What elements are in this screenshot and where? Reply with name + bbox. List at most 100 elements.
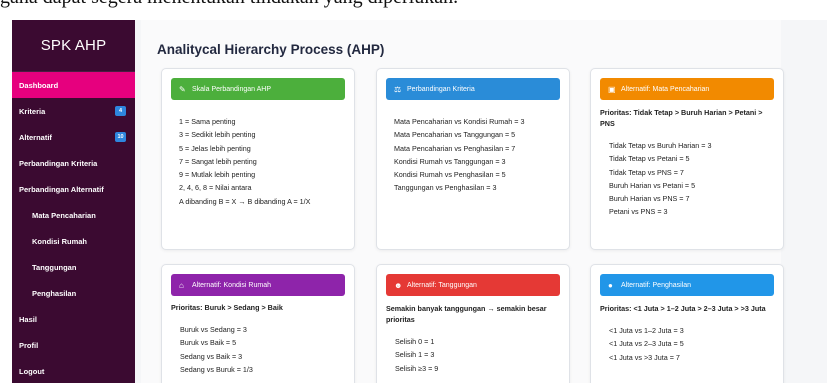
sidebar-item-label: Perbandingan Kriteria: [19, 158, 98, 168]
sidebar-nav: Dashboard Kriteria 4 Alternatif 10 Perband…: [12, 72, 135, 383]
list-item: Mata Pencaharian vs Tanggungan = 5: [394, 130, 516, 140]
card-header: ☻ Alternatif: Tanggungan: [386, 274, 560, 296]
sidebar-item-hasil[interactable]: Hasil: [12, 306, 135, 332]
sidebar-item-label: Logout: [19, 366, 45, 376]
list-item: 5 = Jelas lebih penting: [179, 143, 251, 153]
list-item: Mata Pencaharian vs Kondisi Rumah = 3: [394, 117, 525, 126]
main-area: Analitycal Hierarchy Process (AHP) ✎ Ska…: [135, 20, 827, 383]
comparison-list: Selisih 0 = 1 Selisih 1 = 3 Selisih ≥3 =…: [386, 335, 560, 375]
page: gana dapat segera menentukan tindakan ya…: [0, 0, 827, 383]
priority-text: Prioritas: Tidak Tetap > Buruh Harian > …: [600, 108, 763, 128]
list-item: Buruh Harian vs Petani = 5: [609, 180, 696, 190]
card-header: ✎ Skala Perbandingan AHP: [171, 78, 345, 100]
card-header: ● Alternatif: Penghasilan: [600, 274, 774, 296]
list-item: Selisih 1 = 3: [395, 350, 435, 360]
sidebar-item-label: Hasil: [19, 314, 37, 324]
card-title: Alternatif: Mata Pencaharian: [621, 85, 710, 93]
page-title: Analitycal Hierarchy Process (AHP): [157, 42, 385, 57]
balance-icon: ⚖: [394, 84, 402, 94]
list-item: Tidak Tetap vs Buruh Harian = 3: [609, 141, 712, 150]
priority-text: Prioritas: Buruk > Sedang > Baik: [171, 303, 283, 312]
list-item: Kondisi Rumah vs Tanggungan = 3: [394, 156, 506, 166]
sidebar-item-perbandingan-kriteria[interactable]: Perbandingan Kriteria: [12, 150, 135, 176]
sidebar-item-label: Perbandingan Alternatif: [19, 184, 104, 194]
list-item: 3 = Sedikit lebih penting: [179, 130, 256, 140]
sidebar-item-mata-pencaharian[interactable]: Mata Pencaharian: [12, 202, 135, 228]
card-alternatif-mata-pencaharian: ▣ Alternatif: Mata Pencaharian Prioritas…: [590, 68, 784, 250]
list-item: 9 = Mutlak lebih penting: [179, 170, 256, 180]
list-item: Buruk vs Sedang = 3: [180, 325, 247, 334]
list-item: Selisih ≥3 = 9: [395, 363, 439, 373]
card-perbandingan-kriteria: ⚖ Perbandingan Kriteria Mata Pencaharian…: [376, 68, 570, 250]
priority-text: Semakin banyak tanggungan → semakin besa…: [386, 304, 547, 324]
list-item: Petani vs PNS = 3: [609, 207, 668, 217]
card-skala-perbandingan: ✎ Skala Perbandingan AHP 1 = Sama pentin…: [161, 68, 355, 250]
sidebar-item-label: Profil: [19, 340, 39, 350]
content-panel: Analitycal Hierarchy Process (AHP) ✎ Ska…: [141, 20, 784, 383]
sidebar-item-dashboard[interactable]: Dashboard: [12, 72, 135, 98]
list-item: <1 Juta vs 2–3 Juta = 5: [609, 339, 684, 349]
card-header: ⌂ Alternatif: Kondisi Rumah: [171, 274, 345, 296]
comparison-list: Buruk vs Sedang = 3 Buruk vs Baik = 5 Se…: [171, 323, 345, 376]
card-title: Alternatif: Tanggungan: [407, 281, 477, 289]
sidebar-item-tanggungan[interactable]: Tanggungan: [12, 254, 135, 280]
sidebar-item-label: Penghasilan: [32, 288, 77, 298]
list-item: Sedang vs Buruk = 1/3: [180, 364, 253, 374]
list-item: Kondisi Rumah vs Penghasilan = 5: [394, 170, 506, 180]
kriteria-count-badge: 4: [115, 106, 126, 116]
card-title: Skala Perbandingan AHP: [192, 85, 271, 93]
list-item: Selisih 0 = 1: [395, 337, 435, 346]
money-bag-icon: ●: [608, 280, 613, 290]
card-body: Prioritas: Tidak Tetap > Buruh Harian > …: [600, 100, 774, 219]
card-alternatif-tanggungan: ☻ Alternatif: Tanggungan Semakin banyak …: [376, 264, 570, 383]
card-alternatif-kondisi-rumah: ⌂ Alternatif: Kondisi Rumah Prioritas: B…: [161, 264, 355, 383]
list-item: <1 Juta vs 1–2 Juta = 3: [609, 326, 684, 335]
document-caption: gana dapat segera menentukan tindakan ya…: [0, 0, 827, 12]
pencil-icon: ✎: [179, 84, 186, 94]
card-body: Prioritas: Buruk > Sedang > Baik Buruk v…: [171, 296, 345, 376]
list-item: Tanggungan vs Penghasilan = 3: [394, 183, 497, 193]
list-item: Tidak Tetap vs PNS = 7: [609, 167, 684, 177]
sidebar-item-penghasilan[interactable]: Penghasilan: [12, 280, 135, 306]
list-item: Mata Pencaharian vs Penghasilan = 7: [394, 143, 516, 153]
list-item: A dibanding B = X → B dibanding A = 1/X: [179, 196, 311, 206]
card-alternatif-penghasilan: ● Alternatif: Penghasilan Prioritas: <1 …: [590, 264, 784, 383]
sidebar-item-label: Dashboard: [19, 80, 59, 90]
sidebar-item-label: Tanggungan: [32, 262, 77, 272]
sidebar-item-logout[interactable]: Logout: [12, 358, 135, 383]
house-icon: ⌂: [179, 280, 184, 290]
card-title: Alternatif: Kondisi Rumah: [192, 281, 271, 289]
card-body: Mata Pencaharian vs Kondisi Rumah = 3 Ma…: [386, 100, 560, 195]
card-body: Semakin banyak tanggungan → semakin besa…: [386, 296, 560, 375]
card-title: Perbandingan Kriteria: [407, 85, 475, 93]
list-item: Sedang vs Baik = 3: [180, 351, 243, 361]
sidebar-item-label: Mata Pencaharian: [32, 210, 96, 220]
list-item: 7 = Sangat lebih penting: [179, 156, 257, 166]
list-item: Buruk vs Baik = 5: [180, 338, 237, 348]
sidebar-item-perbandingan-alternatif[interactable]: Perbandingan Alternatif: [12, 176, 135, 202]
sidebar-item-label: Kondisi Rumah: [32, 236, 88, 246]
sidebar-item-alternatif[interactable]: Alternatif 10: [12, 124, 135, 150]
brand-title[interactable]: SPK AHP: [12, 20, 135, 72]
list-item: Tidak Tetap vs Petani = 5: [609, 154, 690, 164]
sidebar-item-label: Alternatif: [19, 132, 52, 142]
alternatif-count-badge: 10: [115, 132, 126, 142]
comparison-list: <1 Juta vs 1–2 Juta = 3 <1 Juta vs 2–3 J…: [600, 324, 774, 364]
family-icon: ☻: [394, 280, 403, 290]
comparison-list: Tidak Tetap vs Buruh Harian = 3 Tidak Te…: [600, 139, 774, 219]
sidebar-item-label: Kriteria: [19, 106, 46, 116]
priority-text: Prioritas: <1 Juta > 1–2 Juta > 2–3 Juta…: [600, 304, 766, 313]
sidebar: SPK AHP Dashboard Kriteria 4 Alternatif 10…: [12, 20, 135, 383]
sidebar-item-profil[interactable]: Profil: [12, 332, 135, 358]
card-header: ⚖ Perbandingan Kriteria: [386, 78, 560, 100]
list-item: <1 Juta vs >3 Juta = 7: [609, 352, 680, 362]
card-header: ▣ Alternatif: Mata Pencaharian: [600, 78, 774, 100]
list-item: 2, 4, 6, 8 = Nilai antara: [179, 183, 252, 193]
card-title: Alternatif: Penghasilan: [621, 281, 692, 289]
briefcase-icon: ▣: [608, 84, 616, 94]
card-body: 1 = Sama penting 3 = Sedikit lebih penti…: [171, 100, 345, 208]
list-item: Buruh Harian vs PNS = 7: [609, 194, 690, 204]
list-item: 1 = Sama penting: [179, 117, 236, 126]
sidebar-item-kondisi-rumah[interactable]: Kondisi Rumah: [12, 228, 135, 254]
sidebar-item-kriteria[interactable]: Kriteria 4: [12, 98, 135, 124]
